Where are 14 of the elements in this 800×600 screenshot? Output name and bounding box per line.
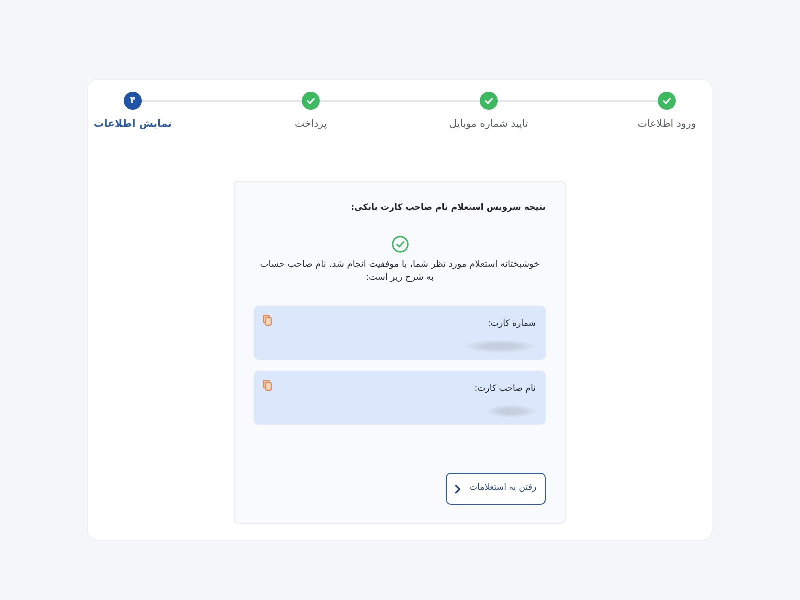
step-label: پرداخت: [294, 118, 328, 132]
result-title: نتیجه سرویس استعلام نام صاحب کارت بانکی:: [351, 202, 546, 215]
step-label: ورود اطلاعات: [638, 118, 696, 132]
success-message: خوشبختانه استعلام مورد نظر شما، با موفقیت انجام شد. نام صاحب حساب به شرح زیر است:: [259, 259, 541, 285]
field-label: شماره کارت:: [488, 318, 536, 331]
step-label: تایید شماره موبایل: [450, 118, 528, 132]
step-label: نمایش اطلاعات: [94, 118, 172, 132]
step-number: ۴: [124, 92, 142, 110]
field-label: نام صاحب کارت:: [474, 383, 536, 396]
inquiries-button[interactable]: رفتن به استعلامات: [446, 473, 546, 505]
success-check-icon: [392, 236, 408, 253]
chevron-icon: [455, 484, 462, 494]
copy-icon[interactable]: [263, 380, 272, 391]
copy-icon[interactable]: [263, 315, 272, 326]
